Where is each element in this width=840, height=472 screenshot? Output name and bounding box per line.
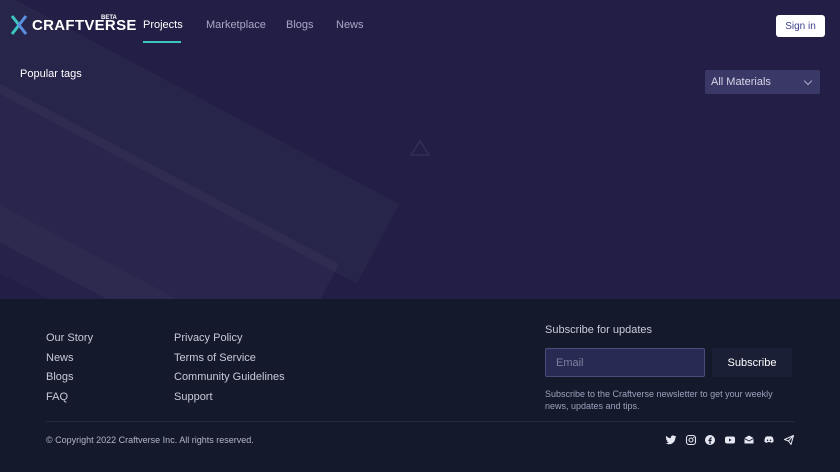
brand-name: CRAFTVERSE xyxy=(32,16,137,34)
copyright-text: © Copyright 2022 Craftverse Inc. All rig… xyxy=(46,435,254,445)
site-footer: Our Story News Blogs FAQ Privacy Policy … xyxy=(0,299,840,472)
subscribe-button[interactable]: Subscribe xyxy=(712,348,792,377)
footer-divider xyxy=(46,421,795,422)
sign-in-button[interactable]: Sign in xyxy=(776,15,825,37)
social-links xyxy=(665,434,802,446)
loading-triangle-icon xyxy=(410,140,430,156)
top-navigation: CRAFTVERSE BETA Projects Marketplace Blo… xyxy=(0,0,840,50)
footer-link-support[interactable]: Support xyxy=(174,388,285,408)
nav-blogs[interactable]: Blogs xyxy=(286,19,314,31)
active-nav-indicator xyxy=(143,41,181,43)
beta-badge: BETA xyxy=(101,15,117,21)
footer-column-company: Our Story News Blogs FAQ xyxy=(46,329,93,407)
hero-section: CRAFTVERSE BETA Projects Marketplace Blo… xyxy=(0,0,840,299)
youtube-icon[interactable] xyxy=(724,434,736,446)
nav-news[interactable]: News xyxy=(336,19,364,31)
discord-icon[interactable] xyxy=(763,434,775,446)
footer-link-terms-of-service[interactable]: Terms of Service xyxy=(174,349,285,369)
footer-link-news[interactable]: News xyxy=(46,349,93,369)
footer-column-legal: Privacy Policy Terms of Service Communit… xyxy=(174,329,285,407)
email-input[interactable] xyxy=(545,348,705,377)
footer-link-our-story[interactable]: Our Story xyxy=(46,329,93,349)
footer-link-faq[interactable]: FAQ xyxy=(46,388,93,408)
twitter-icon[interactable] xyxy=(665,434,677,446)
materials-select[interactable]: All Materials xyxy=(705,70,820,94)
popular-tags-heading: Popular tags xyxy=(20,68,82,80)
instagram-icon[interactable] xyxy=(685,434,697,446)
nav-marketplace[interactable]: Marketplace xyxy=(206,19,266,31)
footer-link-privacy-policy[interactable]: Privacy Policy xyxy=(174,329,285,349)
materials-select-value: All Materials xyxy=(711,76,771,88)
email-icon[interactable] xyxy=(743,434,755,446)
footer-link-community-guidelines[interactable]: Community Guidelines xyxy=(174,368,285,388)
chevron-down-icon xyxy=(803,76,813,86)
nav-projects[interactable]: Projects xyxy=(143,19,183,31)
subscribe-description: Subscribe to the Craftverse newsletter t… xyxy=(545,389,773,411)
footer-link-blogs[interactable]: Blogs xyxy=(46,368,93,388)
craftverse-logo[interactable]: CRAFTVERSE BETA xyxy=(10,14,137,36)
telegram-icon[interactable] xyxy=(783,434,795,446)
facebook-icon[interactable] xyxy=(704,434,716,446)
craftverse-logo-icon xyxy=(10,15,28,35)
subscribe-heading: Subscribe for updates xyxy=(545,324,653,336)
